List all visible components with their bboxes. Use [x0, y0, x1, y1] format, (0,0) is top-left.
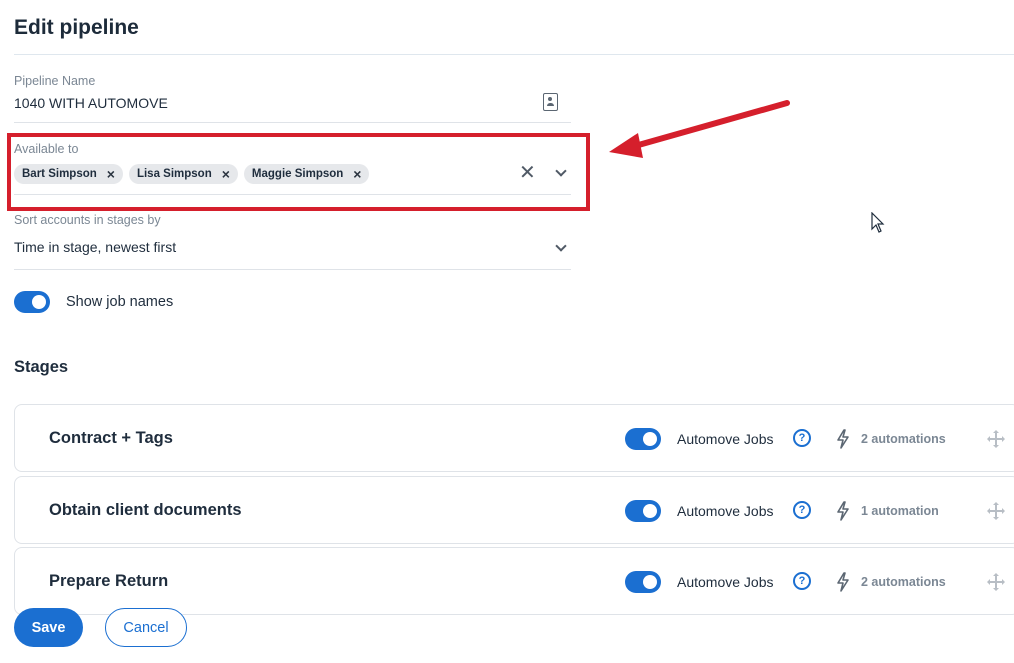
- help-icon[interactable]: ?: [793, 572, 811, 590]
- automove-label: Automove Jobs: [677, 431, 774, 447]
- save-button[interactable]: Save: [14, 608, 83, 647]
- automove-toggle[interactable]: [625, 571, 661, 593]
- chevron-down-icon[interactable]: [555, 240, 567, 252]
- sort-underline: [14, 269, 571, 270]
- show-job-names-label: Show job names: [66, 294, 174, 310]
- cancel-button[interactable]: Cancel: [105, 608, 187, 647]
- stage-title: Obtain client documents: [49, 501, 242, 519]
- bolt-icon: [837, 501, 849, 521]
- highlight-box: [7, 133, 590, 211]
- stage-card: Contract + Tags Automove Jobs ? 2 automa…: [14, 404, 1014, 472]
- stage-card: Obtain client documents Automove Jobs ? …: [14, 476, 1014, 544]
- help-icon[interactable]: ?: [793, 501, 811, 519]
- pipeline-name-label: Pipeline Name: [14, 74, 96, 88]
- automation-count[interactable]: 2 automations: [861, 432, 946, 446]
- contact-card-icon[interactable]: [543, 93, 558, 111]
- show-job-names-toggle[interactable]: [14, 291, 50, 313]
- automove-label: Automove Jobs: [677, 574, 774, 590]
- sort-label: Sort accounts in stages by: [14, 213, 161, 227]
- stage-card: Prepare Return Automove Jobs ? 2 automat…: [14, 547, 1014, 615]
- pipeline-name-input[interactable]: 1040 WITH AUTOMOVE: [14, 95, 168, 111]
- page-title: Edit pipeline: [14, 16, 139, 39]
- automove-label: Automove Jobs: [677, 503, 774, 519]
- drag-handle-icon[interactable]: [986, 572, 1006, 592]
- automove-toggle[interactable]: [625, 428, 661, 450]
- stage-title: Prepare Return: [49, 572, 169, 590]
- automation-count[interactable]: 2 automations: [861, 575, 946, 589]
- automation-count[interactable]: 1 automation: [861, 504, 939, 518]
- stage-title: Contract + Tags: [49, 429, 173, 447]
- help-icon[interactable]: ?: [793, 429, 811, 447]
- stages-heading: Stages: [14, 358, 69, 376]
- bolt-icon: [837, 572, 849, 592]
- bolt-icon: [837, 429, 849, 449]
- sort-select[interactable]: Time in stage, newest first: [14, 239, 176, 255]
- mouse-cursor-icon: [871, 212, 885, 233]
- pipeline-name-underline: [14, 122, 571, 123]
- drag-handle-icon[interactable]: [986, 501, 1006, 521]
- automove-toggle[interactable]: [625, 500, 661, 522]
- title-divider: [14, 54, 1014, 55]
- drag-handle-icon[interactable]: [986, 429, 1006, 449]
